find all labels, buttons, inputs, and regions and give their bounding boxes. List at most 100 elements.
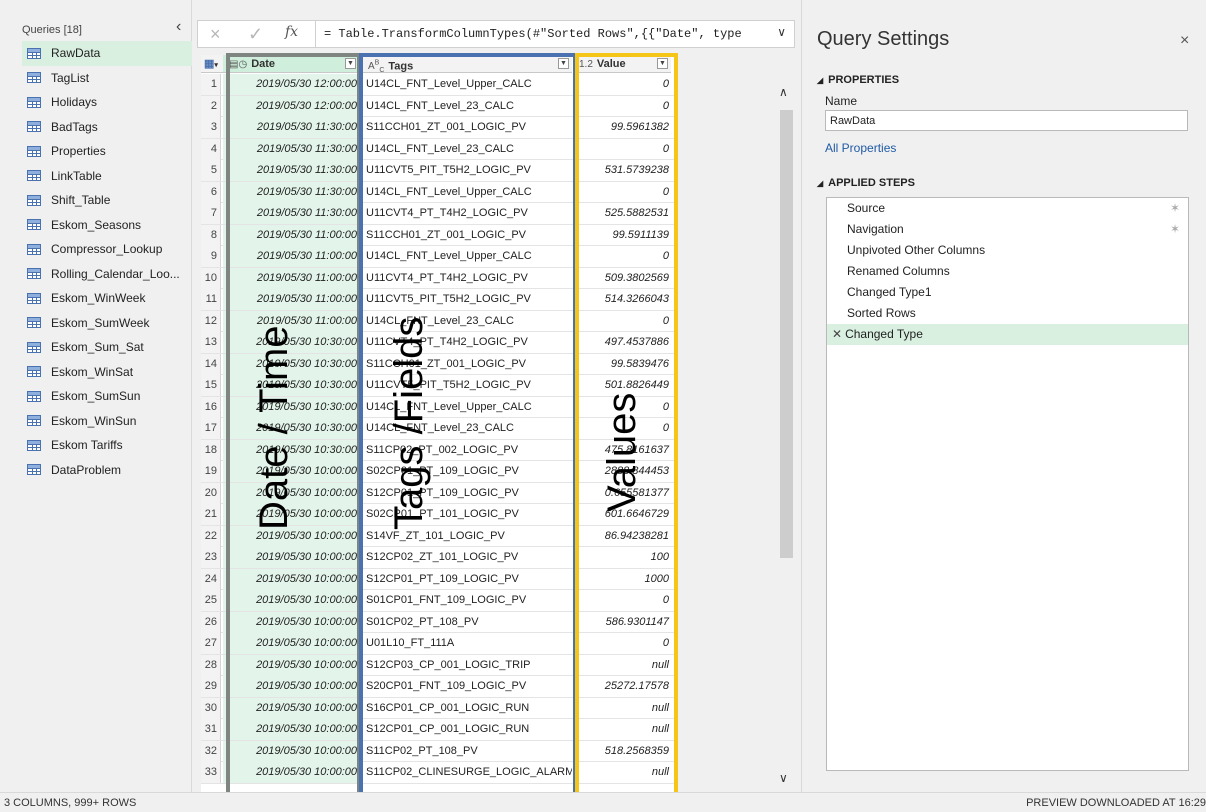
table-menu-icon[interactable]: ▦▾	[201, 55, 223, 73]
tag-cell[interactable]: U14CL_FNT_Level_23_CALC	[362, 95, 572, 117]
value-cell[interactable]: 99.5961382	[577, 117, 671, 138]
value-cell[interactable]: 0	[577, 310, 671, 332]
query-item[interactable]: DataProblem	[22, 458, 192, 483]
table-row[interactable]: 23 2019/05/30 10:00:00 S12CP02_ZT_101_LOGI…	[201, 547, 678, 569]
table-row[interactable]: 26 2019/05/30 10:00:00 S01CP02_PT_108_PV 58…	[201, 611, 678, 633]
value-cell[interactable]: 0	[577, 418, 671, 439]
date-cell[interactable]: 2019/05/30 10:00:00	[223, 590, 359, 611]
applied-step[interactable]: ✕ Changed Type	[827, 324, 1188, 345]
value-cell[interactable]: 475.8161637	[577, 439, 671, 461]
date-cell[interactable]: 2019/05/30 10:00:00	[223, 719, 359, 740]
table-row[interactable]: 27 2019/05/30 10:00:00 U01L10_FT_111A 0	[201, 633, 678, 655]
applied-step[interactable]: Renamed Columns	[827, 261, 1188, 282]
tag-cell[interactable]: S02CP01_PT_109_LOGIC_PV	[362, 461, 572, 482]
tag-cell[interactable]: S20CP01_FNT_109_LOGIC_PV	[362, 676, 572, 697]
query-item[interactable]: Eskom_WinSat	[22, 360, 192, 385]
query-item[interactable]: Eskom_SumWeek	[22, 311, 192, 336]
value-cell[interactable]: 0	[577, 633, 671, 654]
date-cell[interactable]: 2019/05/30 11:00:00	[223, 224, 359, 246]
table-row[interactable]: 4 2019/05/30 11:30:00 U14CL_FNT_Level_23_C…	[201, 138, 678, 160]
date-cell[interactable]: 2019/05/30 10:00:00	[223, 482, 359, 504]
table-row[interactable]: 32 2019/05/30 10:00:00 S11CP02_PT_108_PV 51…	[201, 740, 678, 762]
query-item[interactable]: Eskom_WinWeek	[22, 286, 192, 311]
query-item[interactable]: LinkTable	[22, 164, 192, 189]
chevron-down-icon[interactable]: ∨	[777, 25, 786, 39]
table-row[interactable]: 11 2019/05/30 11:00:00 U11CVT5_PIT_T5H2_LO…	[201, 289, 678, 311]
applied-step[interactable]: Source ✶	[827, 198, 1188, 219]
query-item[interactable]: Eskom_Sum_Sat	[22, 335, 192, 360]
applied-steps-section-header[interactable]: ◢ APPLIED STEPS	[817, 177, 915, 189]
table-row[interactable]: 2 2019/05/30 12:00:00 U14CL_FNT_Level_23_C…	[201, 95, 678, 117]
query-item[interactable]: Rolling_Calendar_Loo...	[22, 262, 192, 287]
tag-cell[interactable]: U14CL_FNT_Level_23_CALC	[362, 310, 572, 332]
date-cell[interactable]: 2019/05/30 10:00:00	[223, 547, 359, 568]
query-item[interactable]: Eskom_Seasons	[22, 213, 192, 238]
table-row[interactable]: 3 2019/05/30 11:30:00 S11CCH01_ZT_001_LOGI…	[201, 117, 678, 139]
tag-cell[interactable]: S01CP01_FNT_109_LOGIC_PV	[362, 590, 572, 611]
table-row[interactable]: 5 2019/05/30 11:30:00 U11CVT5_PIT_T5H2_LOG…	[201, 160, 678, 182]
filter-dropdown-icon[interactable]: ▼	[657, 58, 668, 69]
value-cell[interactable]: 531.5739238	[577, 160, 671, 181]
text-type-icon[interactable]: ABC	[368, 60, 384, 74]
tag-cell[interactable]: U14CL_FNT_Level_23_CALC	[362, 138, 572, 160]
table-row[interactable]: 9 2019/05/30 11:00:00 U14CL_FNT_Level_Uppe…	[201, 246, 678, 268]
value-cell[interactable]: 0	[577, 246, 671, 267]
tag-cell[interactable]: U11CVT5_PIT_T5H2_LOGIC_PV	[362, 375, 572, 396]
date-cell[interactable]: 2019/05/30 11:30:00	[223, 160, 359, 181]
date-cell[interactable]: 2019/05/30 11:30:00	[223, 203, 359, 224]
tag-cell[interactable]: U11CVT5_PIT_T5H2_LOGIC_PV	[362, 289, 572, 310]
tag-cell[interactable]: S02CP01_PT_101_LOGIC_PV	[362, 504, 572, 525]
table-row[interactable]: 6 2019/05/30 11:30:00 U14CL_FNT_Level_Uppe…	[201, 181, 678, 203]
tag-cell[interactable]: S11CP02_PT_002_LOGIC_PV	[362, 439, 572, 461]
table-row[interactable]: 1 2019/05/30 12:00:00 U14CL_FNT_Level_Uppe…	[201, 74, 678, 96]
value-cell[interactable]: 1000	[577, 568, 671, 590]
query-item[interactable]: Properties	[22, 139, 192, 164]
tag-cell[interactable]: U01L10_FT_111A	[362, 633, 572, 654]
value-cell[interactable]: 586.9301147	[577, 611, 671, 633]
query-item[interactable]: TagList	[22, 66, 192, 91]
tag-cell[interactable]: U14CL_FNT_Level_Upper_CALC	[362, 396, 572, 418]
gear-icon[interactable]: ✶	[1170, 198, 1180, 219]
date-cell[interactable]: 2019/05/30 10:30:00	[223, 396, 359, 418]
tag-cell[interactable]: S01CP02_PT_108_PV	[362, 611, 572, 633]
value-cell[interactable]: 525.5882531	[577, 203, 671, 224]
tag-cell[interactable]: U14CL_FNT_Level_Upper_CALC	[362, 246, 572, 267]
collapse-pane-icon[interactable]: ‹	[176, 19, 181, 35]
value-cell[interactable]: 601.6646729	[577, 504, 671, 525]
table-row[interactable]: 22 2019/05/30 10:00:00 S14VF_ZT_101_LOGIC_…	[201, 525, 678, 547]
filter-dropdown-icon[interactable]: ▼	[558, 58, 569, 69]
value-cell[interactable]: 0	[577, 590, 671, 611]
value-cell[interactable]: 100	[577, 547, 671, 568]
date-cell[interactable]: 2019/05/30 10:00:00	[223, 654, 359, 676]
value-cell[interactable]: 0.655581377	[577, 482, 671, 504]
applied-step[interactable]: Sorted Rows	[827, 303, 1188, 324]
tag-cell[interactable]: S11CCH01_ZT_001_LOGIC_PV	[362, 224, 572, 246]
date-cell[interactable]: 2019/05/30 10:30:00	[223, 375, 359, 396]
tag-cell[interactable]: S12CP02_ZT_101_LOGIC_PV	[362, 547, 572, 568]
tag-cell[interactable]: U14CL_FNT_Level_Upper_CALC	[362, 181, 572, 203]
date-cell[interactable]: 2019/05/30 10:30:00	[223, 332, 359, 353]
table-row[interactable]: 19 2019/05/30 10:00:00 S02CP01_PT_109_LOGI…	[201, 461, 678, 483]
date-cell[interactable]: 2019/05/30 12:00:00	[223, 95, 359, 117]
query-item[interactable]: RawData	[22, 41, 192, 66]
date-cell[interactable]: 2019/05/30 11:00:00	[223, 267, 359, 289]
query-item[interactable]: Compressor_Lookup	[22, 237, 192, 262]
date-cell[interactable]: 2019/05/30 10:00:00	[223, 740, 359, 762]
tag-cell[interactable]: S12CP01_PT_109_LOGIC_PV	[362, 568, 572, 590]
tag-cell[interactable]: U11CVT4_PT_T4H2_LOGIC_PV	[362, 203, 572, 224]
filter-dropdown-icon[interactable]: ▼	[345, 58, 356, 69]
column-header-tags[interactable]: ABC Tags ▼	[362, 55, 572, 74]
query-item[interactable]: BadTags	[22, 115, 192, 140]
table-row[interactable]: 16 2019/05/30 10:30:00 U14CL_FNT_Level_Upp…	[201, 396, 678, 418]
query-item[interactable]: Holidays	[22, 90, 192, 115]
tag-cell[interactable]: U14CL_FNT_Level_Upper_CALC	[362, 74, 572, 95]
column-header-date[interactable]: ▤◷ Date ▼	[223, 55, 359, 73]
accept-formula-icon[interactable]: ✓	[248, 24, 263, 44]
table-row[interactable]: 33 2019/05/30 10:00:00 S11CP02_CLINESURGE_…	[201, 762, 678, 784]
fx-icon[interactable]: fx	[285, 24, 298, 40]
value-cell[interactable]: 0	[577, 74, 671, 95]
table-row[interactable]: 29 2019/05/30 10:00:00 S20CP01_FNT_109_LOG…	[201, 676, 678, 698]
value-cell[interactable]: 518.2568359	[577, 740, 671, 762]
date-cell[interactable]: 2019/05/30 10:00:00	[223, 525, 359, 547]
column-header-value[interactable]: 1.2 Value ▼	[577, 55, 671, 73]
